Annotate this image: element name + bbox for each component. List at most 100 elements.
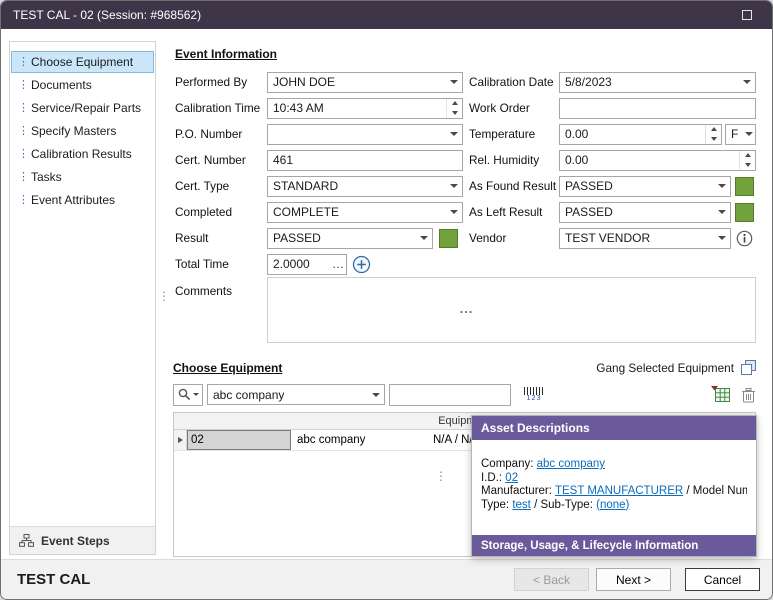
spinner-buttons[interactable]	[446, 99, 462, 118]
search-button[interactable]	[173, 384, 203, 406]
manufacturer-link[interactable]: TEST MANUFACTURER	[555, 485, 683, 497]
result-value: PASSED	[273, 231, 321, 245]
result-status-indicator	[439, 229, 458, 248]
temperature-spinner[interactable]: 0.00	[559, 124, 722, 145]
chevron-down-icon[interactable]	[713, 203, 730, 222]
export-grid-icon[interactable]	[711, 386, 731, 403]
performed-by-combobox[interactable]: JOHN DOE	[267, 72, 463, 93]
po-number-combobox[interactable]	[267, 124, 463, 145]
equipment-search-input[interactable]	[389, 384, 511, 406]
cert-type-combobox[interactable]: STANDARD	[267, 176, 463, 197]
asset-descriptions-header: Asset Descriptions	[472, 416, 756, 440]
chevron-down-icon[interactable]	[445, 125, 462, 144]
chevron-down-icon[interactable]	[738, 73, 755, 92]
event-steps-button[interactable]: Event Steps	[10, 526, 155, 554]
calibration-date-picker[interactable]: 5/8/2023	[559, 72, 756, 93]
info-icon[interactable]	[736, 230, 753, 247]
add-time-icon[interactable]	[352, 255, 371, 274]
chevron-down-icon[interactable]	[445, 73, 462, 92]
as-left-result-combobox[interactable]: PASSED	[559, 202, 731, 223]
chevron-down-icon[interactable]	[713, 177, 730, 196]
rel-humidity-spinner[interactable]: 0.00	[559, 150, 756, 171]
sidebar-item-event-attributes[interactable]: ⋮ Event Attributes	[11, 189, 154, 211]
sidebar-item-tasks[interactable]: ⋮ Tasks	[11, 166, 154, 188]
spinner-buttons[interactable]	[739, 151, 755, 170]
storage-usage-lifecycle-header: Storage, Usage, & Lifecycle Information	[472, 535, 756, 556]
maximize-icon[interactable]	[742, 10, 752, 20]
row-selector-icon	[178, 437, 183, 443]
next-button[interactable]: Next >	[596, 568, 671, 591]
temperature-value: 0.00	[565, 127, 588, 141]
as-found-result-combobox[interactable]: PASSED	[559, 176, 731, 197]
company-filter-combobox[interactable]: abc company	[207, 384, 385, 405]
temperature-unit-combobox[interactable]: F	[725, 124, 756, 145]
equipment-id-cell[interactable]: 02	[187, 430, 291, 450]
chevron-down-icon[interactable]	[713, 229, 730, 248]
gang-copy-icon[interactable]	[741, 360, 756, 375]
vendor-value: TEST VENDOR	[565, 231, 650, 245]
sidebar-item-calibration-results[interactable]: ⋮ Calibration Results	[11, 143, 154, 165]
model-suffix: / Model Numb	[686, 485, 747, 497]
cert-type-label: Cert. Type	[175, 179, 267, 193]
type-label: Type:	[481, 499, 509, 511]
drag-handle-icon: ⋮	[18, 149, 24, 160]
sidebar-item-service-repair-parts[interactable]: ⋮ Service/Repair Parts	[11, 97, 154, 119]
sidebar-item-label: Documents	[31, 78, 92, 92]
sidebar-item-label: Calibration Results	[31, 147, 132, 161]
vendor-label: Vendor	[463, 231, 559, 245]
asset-descriptions-panel: Asset Descriptions Company: abc company …	[471, 415, 757, 557]
calibration-date-value: 5/8/2023	[565, 75, 612, 89]
event-steps-label: Event Steps	[41, 534, 110, 548]
row-selector-cell[interactable]	[174, 430, 187, 450]
sidebar-item-documents[interactable]: ⋮ Documents	[11, 74, 154, 96]
work-order-input[interactable]	[559, 98, 756, 119]
chevron-down-icon[interactable]	[415, 229, 432, 248]
chevron-down-icon[interactable]	[445, 177, 462, 196]
sidebar-item-label: Choose Equipment	[31, 55, 133, 69]
equipment-company-cell[interactable]: abc company	[291, 430, 433, 450]
sidebar-item-specify-masters[interactable]: ⋮ Specify Masters	[11, 120, 154, 142]
subtype-link[interactable]: (none)	[596, 499, 629, 511]
total-time-value: 2.0000	[273, 257, 310, 271]
ellipsis-button[interactable]: …	[332, 255, 344, 271]
barcode-scan-icon[interactable]: 123	[519, 385, 549, 405]
id-link[interactable]: 02	[505, 472, 518, 484]
cert-number-label: Cert. Number	[175, 153, 267, 167]
search-icon	[178, 388, 191, 401]
po-number-label: P.O. Number	[175, 127, 267, 141]
manufacturer-label: Manufacturer:	[481, 485, 552, 497]
titlebar[interactable]: TEST CAL - 02 (Session: #968562)	[1, 1, 772, 29]
company-filter-value: abc company	[213, 388, 284, 402]
calibration-time-spinner[interactable]: 10:43 AM	[267, 98, 463, 119]
result-combobox[interactable]: PASSED	[267, 228, 433, 249]
performed-by-label: Performed By	[175, 75, 267, 89]
completed-combobox[interactable]: COMPLETE	[267, 202, 463, 223]
chevron-down-icon[interactable]	[742, 125, 755, 144]
cancel-button[interactable]: Cancel	[685, 568, 760, 591]
window-title: TEST CAL - 02 (Session: #968562)	[13, 8, 742, 22]
result-label: Result	[175, 231, 267, 245]
delete-equipment-icon[interactable]	[741, 387, 756, 403]
back-button[interactable]: < Back	[514, 568, 589, 591]
comments-label: Comments	[175, 277, 267, 298]
company-link[interactable]: abc company	[537, 458, 605, 470]
choose-equipment-title: Choose Equipment	[173, 361, 282, 375]
sidebar-nav-list: ⋮ Choose Equipment ⋮ Documents ⋮ Service…	[10, 42, 155, 526]
barcode-bars	[524, 387, 544, 395]
event-steps-sidebar: ⋮ Choose Equipment ⋮ Documents ⋮ Service…	[9, 41, 156, 555]
comments-textarea[interactable]	[267, 277, 756, 343]
cert-number-input[interactable]	[267, 150, 463, 171]
total-time-input[interactable]: 2.0000 …	[267, 254, 347, 275]
sidebar-item-choose-equipment[interactable]: ⋮ Choose Equipment	[11, 51, 154, 73]
spinner-buttons[interactable]	[705, 125, 721, 144]
vendor-combobox[interactable]: TEST VENDOR	[559, 228, 731, 249]
chevron-down-icon[interactable]	[367, 385, 384, 404]
gang-selected-equipment-label: Gang Selected Equipment	[596, 361, 734, 375]
gang-selected-equipment[interactable]: Gang Selected Equipment	[596, 360, 756, 375]
as-found-result-label: As Found Result	[463, 179, 559, 193]
work-order-label: Work Order	[463, 101, 559, 115]
grid-splitter-handle[interactable]: ⋮	[435, 469, 447, 483]
as-left-result-label: As Left Result	[463, 205, 559, 219]
type-link[interactable]: test	[512, 499, 531, 511]
chevron-down-icon[interactable]	[445, 203, 462, 222]
